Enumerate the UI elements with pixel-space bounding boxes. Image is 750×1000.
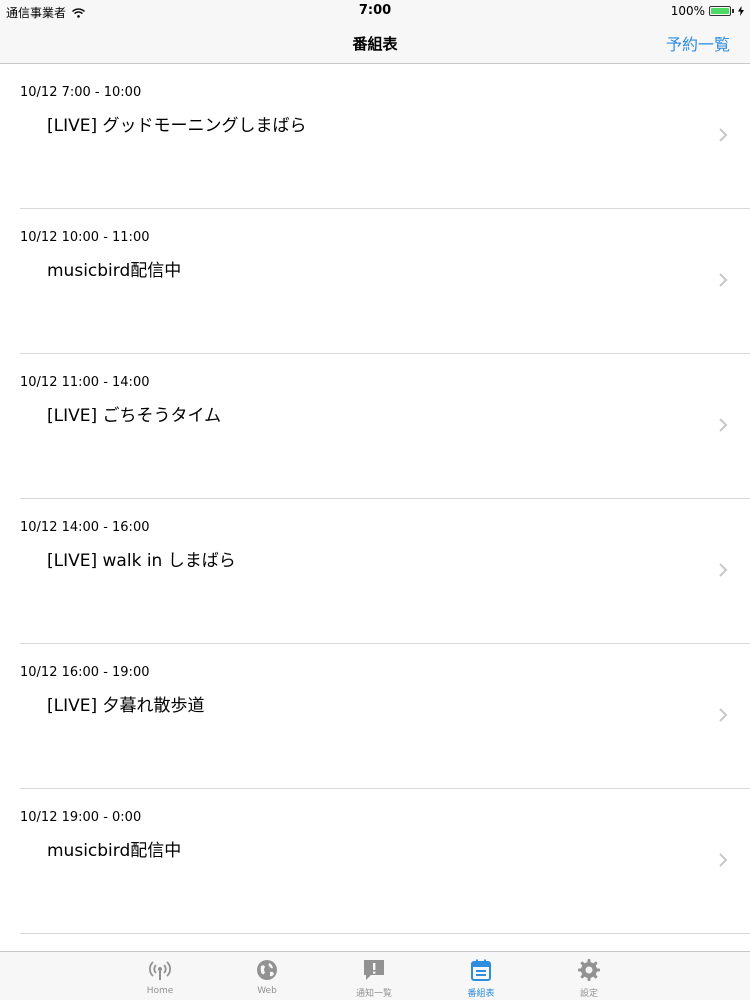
program-title: [LIVE] ごちそうタイム xyxy=(47,406,222,426)
battery-icon xyxy=(709,6,731,16)
program-list: 10/12 7:00 - 10:00 [LIVE] グッドモーニングしまばら 1… xyxy=(0,64,750,934)
notification-icon xyxy=(364,960,384,980)
tab-web[interactable]: Web xyxy=(227,952,307,1000)
program-time: 10/12 19:00 - 0:00 xyxy=(20,810,142,825)
program-row[interactable]: 10/12 11:00 - 14:00 [LIVE] ごちそうタイム xyxy=(0,354,750,499)
tab-home[interactable]: Home xyxy=(120,952,200,1000)
page-title: 番組表 xyxy=(352,35,398,53)
program-title: [LIVE] 夕暮れ散歩道 xyxy=(47,696,205,716)
globe-icon xyxy=(257,960,277,980)
program-row[interactable]: 10/12 10:00 - 11:00 musicbird配信中 xyxy=(0,209,750,354)
reservation-list-button[interactable]: 予約一覧 xyxy=(666,31,730,55)
chevron-right-icon xyxy=(719,128,728,142)
status-bar: 通信事業者 7:00 100% xyxy=(0,0,750,22)
app-screen: 通信事業者 7:00 100% 番組表 予約一覧 10/12 7:00 - 10… xyxy=(0,0,750,1000)
program-time: 10/12 7:00 - 10:00 xyxy=(20,85,142,100)
battery-tip xyxy=(732,9,734,13)
program-row[interactable]: 10/12 19:00 - 0:00 musicbird配信中 xyxy=(0,789,750,934)
program-row[interactable]: 10/12 14:00 - 16:00 [LIVE] walk in しまばら xyxy=(0,499,750,644)
tab-notifications[interactable]: 通知一覧 xyxy=(334,952,414,1000)
program-row[interactable]: 10/12 7:00 - 10:00 [LIVE] グッドモーニングしまばら xyxy=(0,64,750,209)
program-time: 10/12 16:00 - 19:00 xyxy=(20,665,150,680)
row-divider xyxy=(20,933,750,934)
status-time: 7:00 xyxy=(358,3,392,18)
program-title: musicbird配信中 xyxy=(47,261,182,281)
tab-bar: Home Web 通知一覧 番組表 設定 xyxy=(0,951,750,1000)
calendar-icon xyxy=(471,959,491,981)
tab-label: 通知一覧 xyxy=(355,989,392,999)
program-title: musicbird配信中 xyxy=(47,841,182,861)
broadcast-icon xyxy=(149,961,171,980)
status-right-group: 100% xyxy=(671,4,744,18)
chevron-right-icon xyxy=(719,273,728,287)
chevron-right-icon xyxy=(719,563,728,577)
program-time: 10/12 10:00 - 11:00 xyxy=(20,230,150,245)
navigation-bar: 番組表 予約一覧 xyxy=(0,22,750,64)
chevron-right-icon xyxy=(719,853,728,867)
program-time: 10/12 14:00 - 16:00 xyxy=(20,520,150,535)
program-time: 10/12 11:00 - 14:00 xyxy=(20,375,150,390)
chevron-right-icon xyxy=(719,418,728,432)
battery-percent: 100% xyxy=(670,4,705,18)
chevron-right-icon xyxy=(719,708,728,722)
program-title: [LIVE] walk in しまばら xyxy=(47,551,236,571)
tab-schedule[interactable]: 番組表 xyxy=(441,952,521,1000)
program-title: [LIVE] グッドモーニングしまばら xyxy=(47,116,307,136)
gear-icon xyxy=(578,959,600,981)
tab-label: Web xyxy=(257,986,277,996)
tab-label: Home xyxy=(146,986,174,996)
program-row[interactable]: 10/12 16:00 - 19:00 [LIVE] 夕暮れ散歩道 xyxy=(0,644,750,789)
tab-label: 設定 xyxy=(579,989,598,999)
tab-label: 番組表 xyxy=(467,989,495,999)
charging-icon xyxy=(738,6,744,16)
tab-settings[interactable]: 設定 xyxy=(549,952,629,1000)
